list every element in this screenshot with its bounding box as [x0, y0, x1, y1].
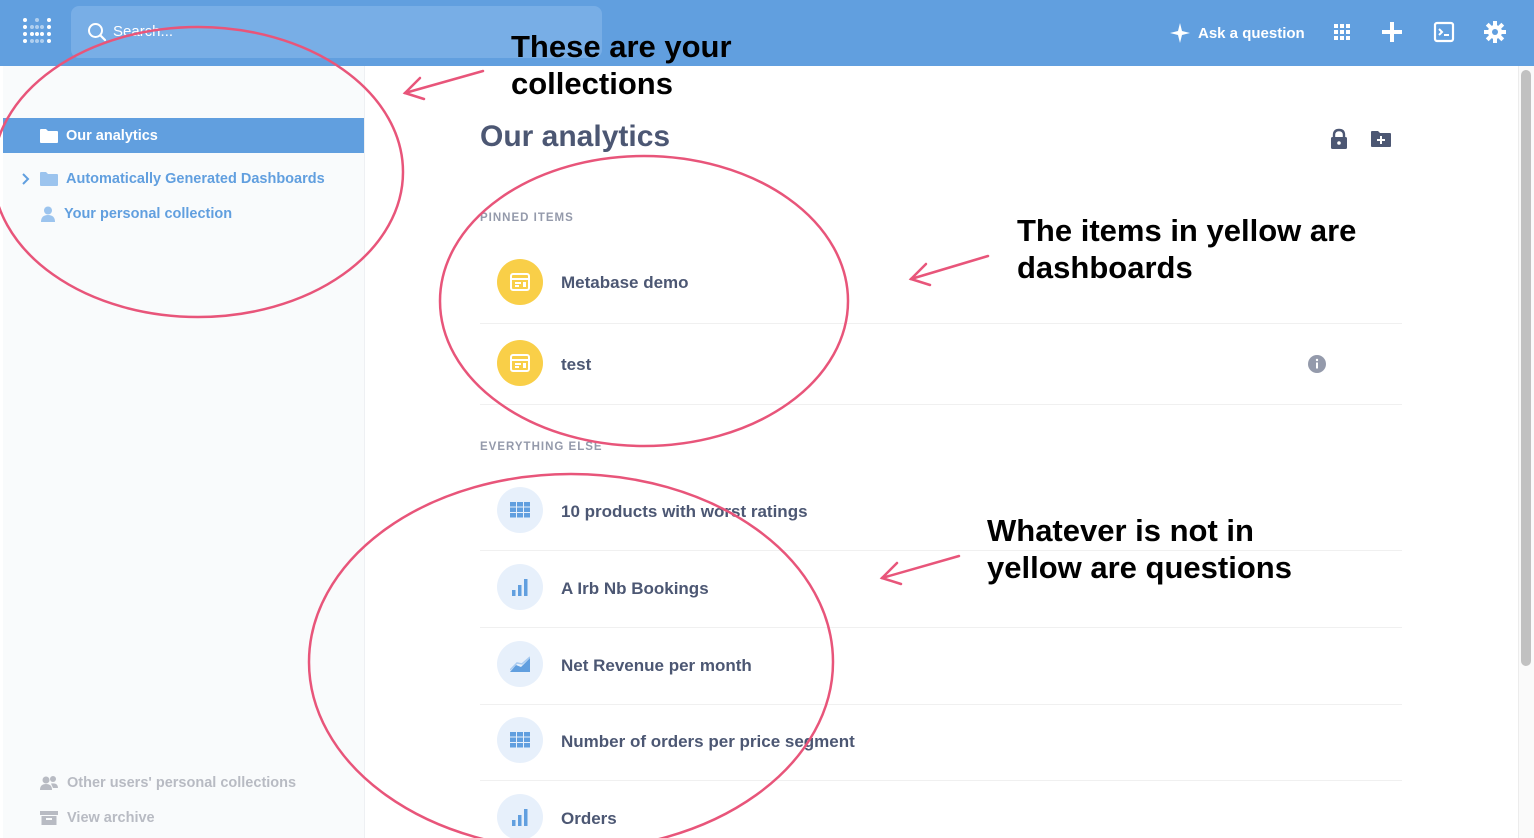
- bar-chart-icon: [497, 564, 543, 610]
- table-icon: [497, 717, 543, 763]
- annotation-line: The items in yellow are: [1017, 213, 1357, 248]
- sidebar-item-label: Automatically Generated Dashboards: [66, 171, 325, 187]
- search-icon: [88, 23, 107, 42]
- apps-grid-icon[interactable]: [1330, 20, 1354, 44]
- top-navigation-bar: Search... Ask a question: [0, 0, 1534, 66]
- sidebar-footer-label: Other users' personal collections: [67, 775, 297, 791]
- sidebar-item-label: Our analytics: [66, 127, 158, 144]
- person-icon: [40, 206, 56, 222]
- table-icon: [497, 487, 543, 533]
- sidebar-footer-label: View archive: [67, 810, 155, 826]
- folder-icon: [40, 172, 58, 186]
- question-item-row[interactable]: Orders: [480, 781, 1402, 838]
- dashboards-annotation: The items in yellow are dashboards: [1017, 212, 1356, 286]
- group-icon: [40, 775, 58, 791]
- metabase-logo-icon[interactable]: [22, 16, 52, 50]
- question-item-row[interactable]: Number of orders per price segment: [480, 705, 1402, 781]
- dashboard-icon: [497, 259, 543, 305]
- ask-question-button[interactable]: Ask a question: [1170, 22, 1305, 44]
- annotation-line: yellow are questions: [987, 550, 1292, 585]
- lock-icon[interactable]: [1328, 128, 1350, 150]
- collections-annotation: These are your collections: [511, 28, 732, 102]
- sidebar-item-label: Your personal collection: [64, 206, 233, 222]
- item-name[interactable]: 10 products with worst ratings: [561, 502, 808, 522]
- collections-sidebar: Our analytics Automatically Generated Da…: [3, 66, 365, 838]
- scrollbar-thumb[interactable]: [1521, 70, 1531, 666]
- chevron-right-icon[interactable]: [21, 173, 30, 185]
- search-input[interactable]: Search...: [113, 23, 173, 40]
- view-archive-link[interactable]: View archive: [40, 810, 155, 826]
- folder-icon: [40, 128, 58, 143]
- area-chart-icon: [497, 641, 543, 687]
- item-name[interactable]: Net Revenue per month: [561, 656, 752, 676]
- sparkle-icon: [1170, 23, 1190, 43]
- item-name[interactable]: test: [561, 355, 591, 375]
- pinned-item-row[interactable]: test: [480, 324, 1402, 405]
- questions-annotation: Whatever is not in yellow are questions: [987, 512, 1292, 586]
- info-icon[interactable]: [1308, 355, 1326, 373]
- annotation-line: Whatever is not in: [987, 513, 1254, 548]
- everything-else-label: EVERYTHING ELSE: [480, 441, 603, 453]
- annotation-line: These are your: [511, 29, 732, 64]
- dashboard-icon: [497, 340, 543, 386]
- archive-icon: [40, 811, 58, 825]
- arrow-to-collections-icon: [402, 69, 485, 101]
- item-name[interactable]: Metabase demo: [561, 273, 689, 293]
- page-title: Our analytics: [480, 120, 671, 153]
- question-item-row[interactable]: Net Revenue per month: [480, 628, 1402, 705]
- annotation-line: collections: [511, 66, 673, 101]
- ask-question-label: Ask a question: [1198, 24, 1305, 42]
- pinned-items-label: PINNED ITEMS: [480, 212, 574, 224]
- plus-icon[interactable]: [1380, 20, 1404, 44]
- new-collection-icon[interactable]: [1370, 128, 1392, 150]
- sidebar-item-personal-collection[interactable]: Your personal collection: [3, 198, 232, 230]
- sidebar-item-our-analytics[interactable]: Our analytics: [3, 118, 364, 153]
- item-name[interactable]: Orders: [561, 809, 617, 829]
- other-users-collections-link[interactable]: Other users' personal collections: [40, 775, 296, 791]
- annotation-line: dashboards: [1017, 250, 1193, 285]
- sidebar-item-auto-dashboards[interactable]: Automatically Generated Dashboards: [3, 163, 325, 195]
- item-name[interactable]: A Irb Nb Bookings: [561, 579, 709, 599]
- sql-editor-icon[interactable]: [1432, 20, 1456, 44]
- item-name[interactable]: Number of orders per price segment: [561, 732, 855, 752]
- bar-chart-icon: [497, 794, 543, 838]
- gear-icon[interactable]: [1483, 20, 1507, 44]
